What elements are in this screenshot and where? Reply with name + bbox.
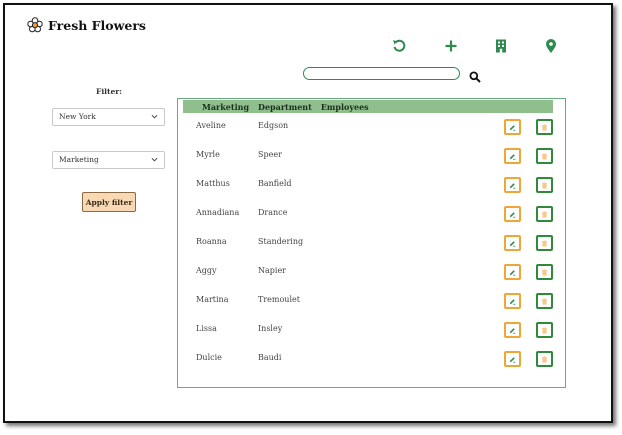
delete-button[interactable] (536, 119, 553, 135)
delete-button[interactable] (536, 351, 553, 367)
last-name-cell: Drance (258, 208, 288, 217)
table-header: Marketing Department Employees (183, 100, 553, 113)
department-select[interactable]: Marketing (52, 151, 165, 169)
first-name-cell: Roanna (196, 237, 227, 246)
last-name-cell: Banfield (258, 179, 292, 188)
last-name-cell: Edgson (258, 121, 289, 130)
table-row: Dulcie Baudi (178, 351, 565, 371)
table-row: Martina Tremoulet (178, 293, 565, 313)
plus-icon[interactable] (443, 38, 459, 54)
edit-button[interactable] (504, 177, 521, 193)
edit-button[interactable] (504, 148, 521, 164)
edit-button[interactable] (504, 206, 521, 222)
first-name-cell: Dulcie (196, 353, 222, 362)
column-header: Employees (320, 101, 369, 112)
table-row: Lissa Insley (178, 322, 565, 342)
first-name-cell: Myrle (196, 150, 220, 159)
edit-button[interactable] (504, 351, 521, 367)
edit-button[interactable] (504, 264, 521, 280)
delete-button[interactable] (536, 235, 553, 251)
last-name-cell: Baudi (258, 353, 282, 362)
location-pin-icon[interactable] (543, 38, 559, 54)
search-input[interactable] (303, 67, 460, 80)
brand: Fresh Flowers (27, 17, 146, 33)
last-name-cell: Napier (258, 266, 287, 275)
table-row: Roanna Standering (178, 235, 565, 255)
delete-button[interactable] (536, 177, 553, 193)
filter-label: Filter: (96, 87, 122, 96)
column-header: Marketing (202, 101, 250, 112)
undo-icon[interactable] (391, 38, 407, 54)
table-row: Aggy Napier (178, 264, 565, 284)
flower-icon (27, 17, 43, 33)
city-select[interactable]: New York (52, 108, 165, 126)
first-name-cell: Martina (196, 295, 229, 304)
first-name-cell: Aggy (196, 266, 217, 275)
edit-button[interactable] (504, 293, 521, 309)
search-icon[interactable] (469, 68, 481, 83)
delete-button[interactable] (536, 293, 553, 309)
delete-button[interactable] (536, 322, 553, 338)
city-select-value: New York (59, 112, 96, 121)
department-select-value: Marketing (59, 155, 99, 164)
table-row: Myrle Speer (178, 148, 565, 168)
last-name-cell: Standering (258, 237, 304, 246)
first-name-cell: Annadiana (196, 208, 240, 217)
edit-button[interactable] (504, 235, 521, 251)
first-name-cell: Aveline (196, 121, 226, 130)
table-row: Matthus Banfield (178, 177, 565, 197)
last-name-cell: Tremoulet (258, 295, 300, 304)
app-window: Fresh Flowers Filter: New York Marketing… (3, 3, 613, 423)
employee-table: Marketing Department Employees Aveline Ed… (177, 98, 566, 388)
delete-button[interactable] (536, 206, 553, 222)
last-name-cell: Insley (258, 324, 283, 333)
table-row: Annadiana Drance (178, 206, 565, 226)
first-name-cell: Lissa (196, 324, 217, 333)
column-header: Department (258, 101, 312, 112)
first-name-cell: Matthus (196, 179, 230, 188)
delete-button[interactable] (536, 264, 553, 280)
edit-button[interactable] (504, 322, 521, 338)
chevron-down-icon (151, 114, 158, 119)
chevron-down-icon (151, 157, 158, 162)
last-name-cell: Speer (258, 150, 282, 159)
delete-button[interactable] (536, 148, 553, 164)
app-title: Fresh Flowers (48, 17, 146, 33)
table-row: Aveline Edgson (178, 119, 565, 139)
building-icon[interactable] (493, 38, 509, 54)
apply-filter-button[interactable]: Apply filter (82, 192, 136, 212)
edit-button[interactable] (504, 119, 521, 135)
